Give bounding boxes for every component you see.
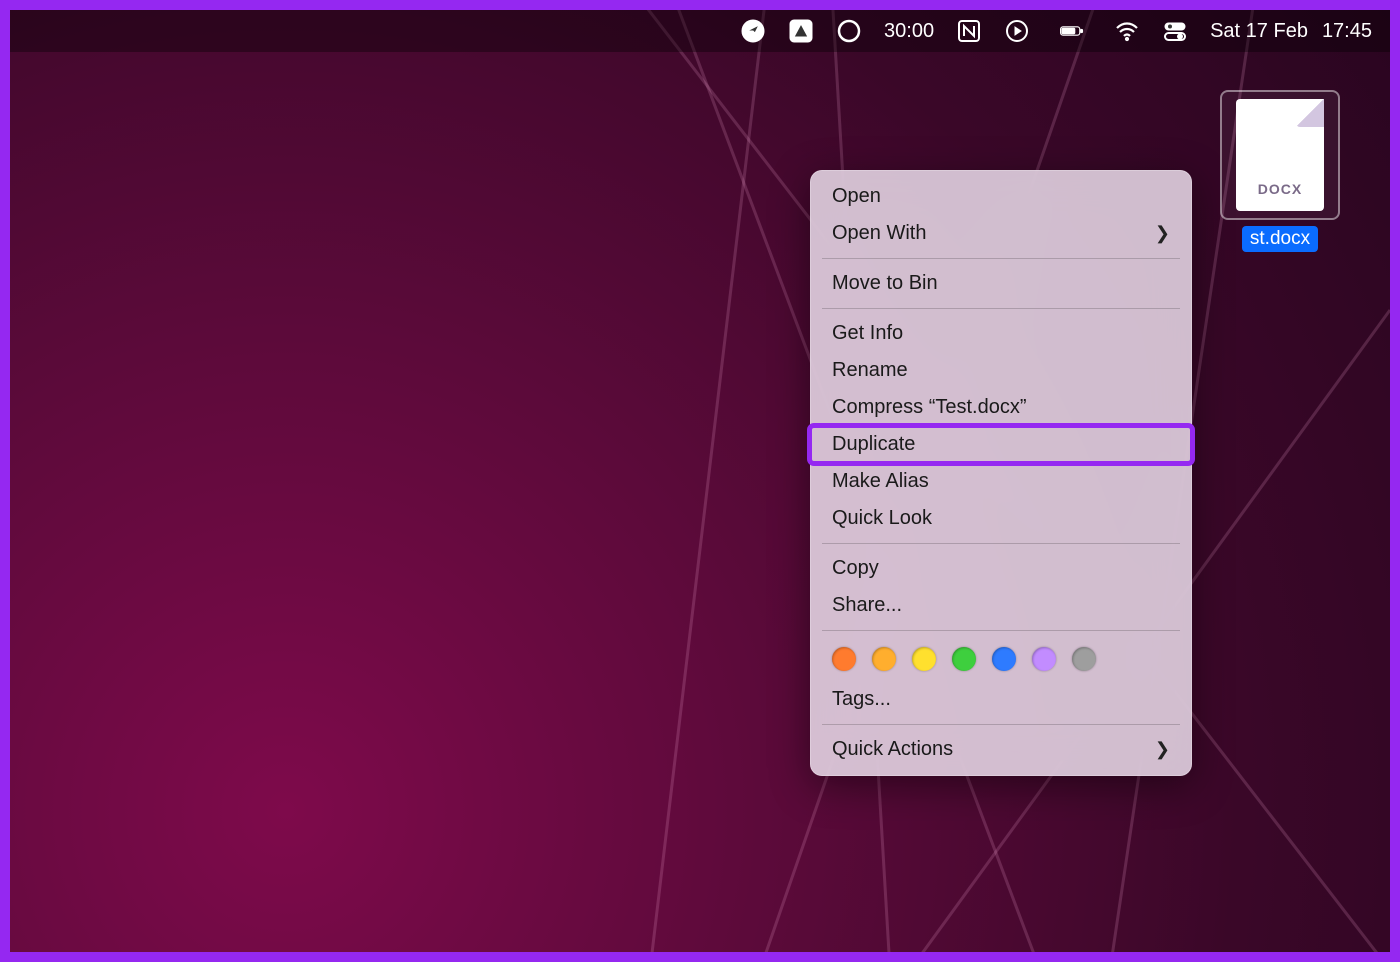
record-circle-icon[interactable] <box>836 18 862 44</box>
menu-label: Quick Look <box>832 507 932 530</box>
menu-bar-clock[interactable]: Sat 17 Feb 17:45 <box>1210 20 1372 43</box>
chevron-right-icon: ❯ <box>1155 739 1170 760</box>
file-ext-label: DOCX <box>1258 181 1302 197</box>
time-display: 17:45 <box>1322 20 1372 43</box>
menu-item-tags[interactable]: Tags... <box>810 681 1192 718</box>
menu-separator <box>822 308 1180 309</box>
menu-label: Quick Actions <box>832 738 953 761</box>
menu-label: Tags... <box>832 688 891 711</box>
menu-label: Open <box>832 185 881 208</box>
menu-label: Move to Bin <box>832 272 938 295</box>
battery-icon[interactable] <box>1052 18 1092 44</box>
notion-icon[interactable] <box>956 18 982 44</box>
menu-item-share[interactable]: Share... <box>810 587 1192 624</box>
menu-item-open[interactable]: Open <box>810 178 1192 215</box>
menu-item-duplicate[interactable]: Duplicate <box>810 426 1192 463</box>
menu-bar: 30:00 Sat 17 Feb 17:45 <box>10 10 1390 52</box>
menu-separator <box>822 258 1180 259</box>
menu-item-open-with[interactable]: Open With ❯ <box>810 215 1192 252</box>
menu-item-quick-look[interactable]: Quick Look <box>810 500 1192 537</box>
file-name-label: st.docx <box>1242 226 1318 252</box>
menu-label: Open With <box>832 222 926 245</box>
menu-label: Duplicate <box>832 433 915 456</box>
chevron-right-icon: ❯ <box>1155 223 1170 244</box>
menu-item-compress[interactable]: Compress “Test.docx” <box>810 389 1192 426</box>
location-icon[interactable] <box>740 18 766 44</box>
desktop-frame: 30:00 Sat 17 Feb 17:45 DOCX st.docx <box>0 0 1400 962</box>
menu-label: Share... <box>832 594 902 617</box>
menu-label: Get Info <box>832 322 903 345</box>
menu-item-get-info[interactable]: Get Info <box>810 315 1192 352</box>
context-menu: Open Open With ❯ Move to Bin Get Info Re… <box>810 170 1192 776</box>
menu-label: Compress “Test.docx” <box>832 396 1027 419</box>
docx-file-icon: DOCX <box>1236 99 1324 211</box>
tag-color-yellow[interactable] <box>912 647 936 671</box>
menu-separator <box>822 543 1180 544</box>
menu-item-quick-actions[interactable]: Quick Actions ❯ <box>810 731 1192 768</box>
wifi-icon[interactable] <box>1114 18 1140 44</box>
menu-tag-color-row <box>810 637 1192 681</box>
menu-item-move-to-bin[interactable]: Move to Bin <box>810 265 1192 302</box>
menu-label: Copy <box>832 557 879 580</box>
menu-label: Rename <box>832 359 908 382</box>
tag-color-gray[interactable] <box>1072 647 1096 671</box>
date-display: Sat 17 Feb <box>1210 20 1308 43</box>
tag-color-blue[interactable] <box>992 647 1016 671</box>
menu-separator <box>822 724 1180 725</box>
menu-item-rename[interactable]: Rename <box>810 352 1192 389</box>
control-center-icon[interactable] <box>1162 18 1188 44</box>
timer-display[interactable]: 30:00 <box>884 20 934 43</box>
menu-label: Make Alias <box>832 470 929 493</box>
tag-color-purple[interactable] <box>1032 647 1056 671</box>
menu-item-copy[interactable]: Copy <box>810 550 1192 587</box>
menu-item-make-alias[interactable]: Make Alias <box>810 463 1192 500</box>
triangle-app-icon[interactable] <box>788 18 814 44</box>
play-circle-icon[interactable] <box>1004 18 1030 44</box>
file-icon-selection: DOCX <box>1220 90 1340 220</box>
tag-color-green[interactable] <box>952 647 976 671</box>
desktop-file[interactable]: DOCX st.docx <box>1220 90 1340 252</box>
tag-color-red[interactable] <box>832 647 856 671</box>
tag-color-orange[interactable] <box>872 647 896 671</box>
menu-separator <box>822 630 1180 631</box>
